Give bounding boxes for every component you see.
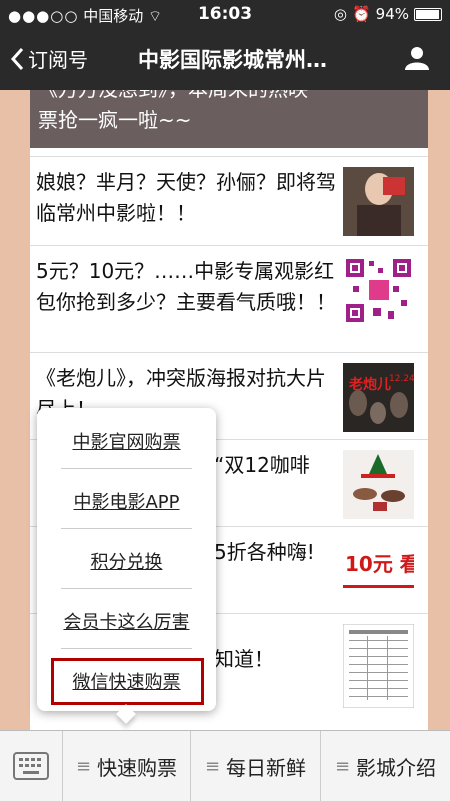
page-title: 中影国际影城常州… [138,48,327,72]
tab-label: 快速购票 [97,755,178,780]
article-title: 5元？10元？……中影专属观影红包你抢到多少？主要看气质哦！！ [36,259,336,314]
menu-lines-icon: ≡ [204,755,221,777]
orientation-lock-icon: ◎ [333,5,347,23]
article-thumbnail [343,450,414,519]
article-title: 娘娘？芈月？天使？孙俪？即将驾临常州中影啦！！ [36,170,336,225]
chevron-left-icon [10,47,24,70]
hero-banner[interactable]: 《万万没想到》，本周末的热映 票抢一疯一啦~~ [30,90,428,148]
article-thumbnail: 老炮儿 12.24 [343,363,414,432]
hero-text-line2: 票抢一疯一啦~~ [38,108,192,132]
menu-item-points[interactable]: 积分兑换 [51,548,202,574]
nav-bar: 订阅号 中影国际影城常州… [0,30,450,90]
battery-icon [414,7,442,21]
thumb-movie-date: 12.24 [389,374,414,384]
menu-divider [61,648,192,649]
tab-daily-fresh[interactable]: ≡ 每日新鲜 [191,731,321,801]
article-title: 5折各种嗨! [214,540,315,564]
menu-item-membership[interactable]: 会员卡这么厉害 [51,608,202,634]
qr-code-thumbnail [343,256,414,325]
status-right: ◎ ⏰ 94% [334,5,442,23]
list-item[interactable]: 5元？10元？……中影专属观影红包你抢到多少？主要看气质哦！！ [30,245,428,352]
thumb-movie-title: 老炮儿 [349,376,391,393]
tab-label: 每日新鲜 [226,755,307,780]
battery-label: 94% [375,5,409,23]
status-bar: ●●●○○ 中国移动 ⌔ 16:03 ◎ ⏰ 94% [0,0,450,30]
hero-text: 《万万没想到》，本周末的热映 票抢一疯一啦~~ [38,90,308,136]
list-item[interactable]: 娘娘？芈月？天使？孙俪？即将驾临常州中影啦！！ [30,156,428,245]
user-icon [405,47,429,70]
top-bar: ●●●○○ 中国移动 ⌔ 16:03 ◎ ⏰ 94% 订阅号 中影国际影城常州… [0,0,450,90]
menu-divider [61,468,192,469]
article-thumbnail: 10元 看电影 [343,537,414,606]
keyboard-icon [13,752,49,780]
article-title: 知道！ [214,647,274,671]
article-title: “双12咖啡 [214,453,310,477]
menu-lines-icon: ≡ [334,755,351,777]
back-label: 订阅号 [28,48,88,72]
back-button[interactable]: 订阅号 [10,44,88,73]
tab-quick-ticket[interactable]: ≡ 快速购票 [63,731,191,801]
article-thumbnail [343,624,414,708]
keyboard-toggle-button[interactable] [0,731,63,801]
hero-text-line1: 《万万没想到》，本周末的热映 [38,90,308,105]
tab-label: 影城介绍 [356,755,437,780]
bottom-menu-bar: ≡ 快速购票 ≡ 每日新鲜 ≡ 影城介绍 [0,730,450,801]
tab-cinema-intro[interactable]: ≡ 影城介绍 [321,731,450,801]
menu-item-official-site[interactable]: 中影官网购票 [51,428,202,454]
profile-button[interactable] [404,46,430,74]
quick-ticket-menu: 中影官网购票 中影电影APP 积分兑换 会员卡这么厉害 微信快速购票 [37,408,216,724]
highlight-box [51,658,204,705]
article-thumbnail [343,167,414,236]
menu-item-app[interactable]: 中影电影APP [51,488,202,514]
menu-divider [61,528,192,529]
alarm-icon: ⏰ [351,5,371,23]
menu-lines-icon: ≡ [75,755,92,777]
thumb-promo-text: 10元 看电影 [345,552,414,576]
menu-divider [61,588,192,589]
